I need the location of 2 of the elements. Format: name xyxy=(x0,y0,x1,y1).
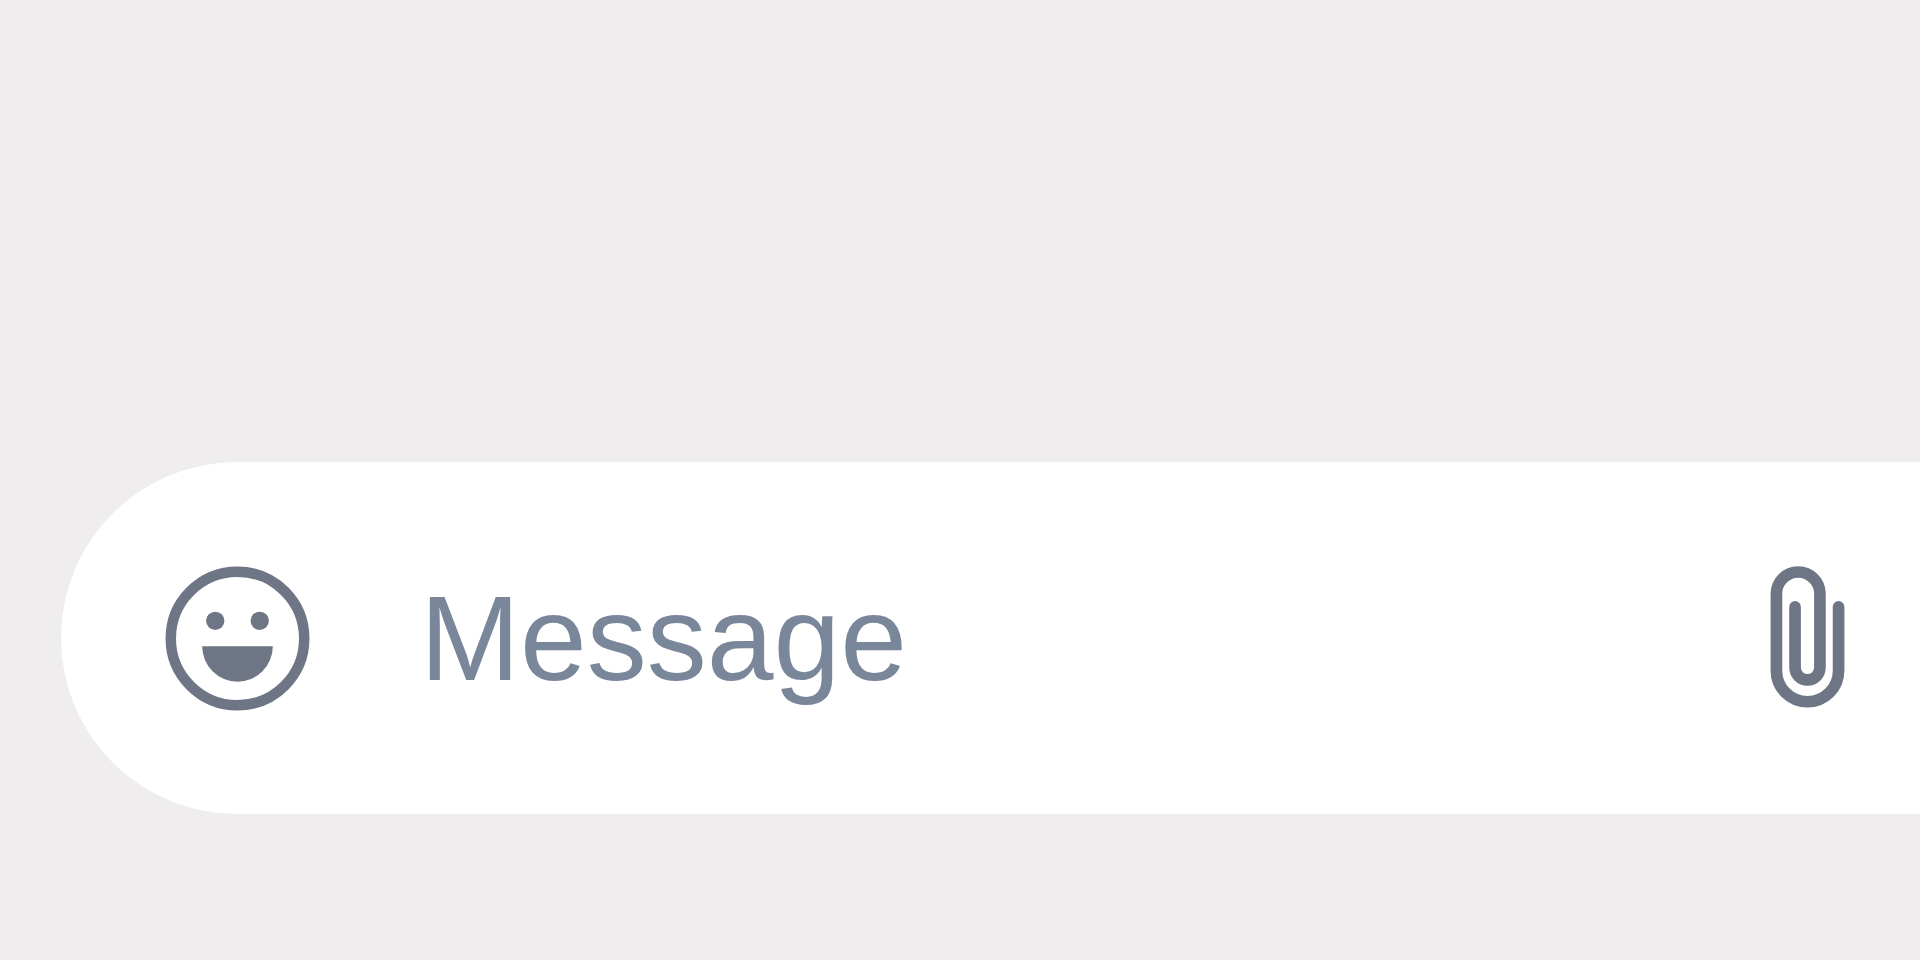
message-input[interactable]: Message xyxy=(420,568,1757,708)
message-field[interactable]: Message xyxy=(61,462,1920,814)
